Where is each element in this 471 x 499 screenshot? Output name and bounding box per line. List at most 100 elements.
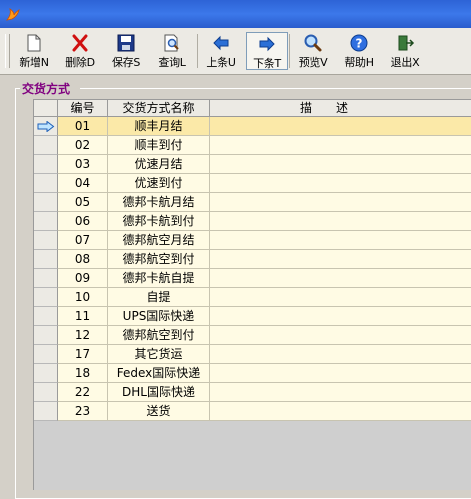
row-indicator[interactable] bbox=[34, 231, 58, 250]
cell-description[interactable] bbox=[210, 326, 471, 345]
table-row[interactable]: 02 顺丰到付 bbox=[34, 136, 471, 155]
cell-description[interactable] bbox=[210, 307, 471, 326]
cell-description[interactable] bbox=[210, 383, 471, 402]
cell-code[interactable]: 12 bbox=[58, 326, 108, 345]
cell-description[interactable] bbox=[210, 288, 471, 307]
cell-code[interactable]: 06 bbox=[58, 212, 108, 231]
cell-name[interactable]: DHL国际快递 bbox=[108, 383, 210, 402]
cell-code[interactable]: 22 bbox=[58, 383, 108, 402]
table-row[interactable]: 07 德邦航空月结 bbox=[34, 231, 471, 250]
row-indicator[interactable] bbox=[34, 307, 58, 326]
delivery-methods-grid[interactable]: 编号 交货方式名称 描 述 01 顺丰月结 02 顺丰到付 03 优速月结 04 优速到付 05… bbox=[33, 99, 471, 490]
table-row[interactable]: 08 德邦航空到付 bbox=[34, 250, 471, 269]
cell-code[interactable]: 07 bbox=[58, 231, 108, 250]
cell-code[interactable]: 02 bbox=[58, 136, 108, 155]
cell-description[interactable] bbox=[210, 155, 471, 174]
row-indicator[interactable] bbox=[34, 174, 58, 193]
cell-code[interactable]: 08 bbox=[58, 250, 108, 269]
table-row[interactable]: 22 DHL国际快递 bbox=[34, 383, 471, 402]
cell-description[interactable] bbox=[210, 250, 471, 269]
cell-name[interactable]: 德邦航空到付 bbox=[108, 326, 210, 345]
next-button[interactable]: 下条T bbox=[246, 32, 288, 70]
row-indicator[interactable] bbox=[34, 193, 58, 212]
table-row[interactable]: 09 德邦卡航自提 bbox=[34, 269, 471, 288]
delete-button-label: 删除D bbox=[65, 56, 95, 69]
preview-button-label: 预览V bbox=[298, 56, 328, 69]
cell-name[interactable]: 德邦航空到付 bbox=[108, 250, 210, 269]
row-indicator[interactable] bbox=[34, 155, 58, 174]
cell-name[interactable]: 德邦卡航月结 bbox=[108, 193, 210, 212]
cell-description[interactable] bbox=[210, 117, 471, 136]
cell-code[interactable]: 17 bbox=[58, 345, 108, 364]
query-button-label: 查询L bbox=[158, 56, 186, 69]
query-button[interactable]: 查询L bbox=[151, 32, 193, 70]
cell-description[interactable] bbox=[210, 136, 471, 155]
cell-name[interactable]: 其它货运 bbox=[108, 345, 210, 364]
table-row[interactable]: 17 其它货运 bbox=[34, 345, 471, 364]
cell-name[interactable]: UPS国际快递 bbox=[108, 307, 210, 326]
cell-name[interactable]: 德邦卡航到付 bbox=[108, 212, 210, 231]
table-row[interactable]: 12 德邦航空到付 bbox=[34, 326, 471, 345]
cell-code[interactable]: 23 bbox=[58, 402, 108, 421]
cell-description[interactable] bbox=[210, 269, 471, 288]
column-header-name[interactable]: 交货方式名称 bbox=[108, 100, 210, 117]
cell-code[interactable]: 04 bbox=[58, 174, 108, 193]
cell-name[interactable]: Fedex国际快递 bbox=[108, 364, 210, 383]
table-row[interactable]: 04 优速到付 bbox=[34, 174, 471, 193]
row-indicator[interactable] bbox=[34, 117, 58, 136]
row-indicator[interactable] bbox=[34, 212, 58, 231]
cell-code[interactable]: 03 bbox=[58, 155, 108, 174]
cell-description[interactable] bbox=[210, 212, 471, 231]
cell-description[interactable] bbox=[210, 345, 471, 364]
table-row[interactable]: 11 UPS国际快递 bbox=[34, 307, 471, 326]
cell-name[interactable]: 顺丰到付 bbox=[108, 136, 210, 155]
cell-name[interactable]: 德邦航空月结 bbox=[108, 231, 210, 250]
cell-description[interactable] bbox=[210, 364, 471, 383]
toolbar-separator bbox=[289, 34, 290, 68]
help-button[interactable]: ? 帮助H bbox=[338, 32, 380, 70]
exit-button[interactable]: 退出X bbox=[384, 32, 426, 70]
row-indicator[interactable] bbox=[34, 136, 58, 155]
column-header-code[interactable]: 编号 bbox=[58, 100, 108, 117]
row-indicator[interactable] bbox=[34, 326, 58, 345]
table-row[interactable]: 03 优速月结 bbox=[34, 155, 471, 174]
cell-description[interactable] bbox=[210, 193, 471, 212]
row-indicator[interactable] bbox=[34, 364, 58, 383]
cell-name[interactable]: 顺丰月结 bbox=[108, 117, 210, 136]
row-indicator[interactable] bbox=[34, 345, 58, 364]
row-indicator[interactable] bbox=[34, 402, 58, 421]
delete-button[interactable]: 删除D bbox=[59, 32, 101, 70]
row-indicator[interactable] bbox=[34, 250, 58, 269]
table-row[interactable]: 18 Fedex国际快递 bbox=[34, 364, 471, 383]
cell-code[interactable]: 18 bbox=[58, 364, 108, 383]
table-row[interactable]: 01 顺丰月结 bbox=[34, 117, 471, 136]
cell-name[interactable]: 自提 bbox=[108, 288, 210, 307]
cell-code[interactable]: 01 bbox=[58, 117, 108, 136]
table-row[interactable]: 10 自提 bbox=[34, 288, 471, 307]
row-indicator[interactable] bbox=[34, 383, 58, 402]
table-row[interactable]: 05 德邦卡航月结 bbox=[34, 193, 471, 212]
cell-name[interactable]: 优速月结 bbox=[108, 155, 210, 174]
row-indicator[interactable] bbox=[34, 269, 58, 288]
column-header-description[interactable]: 描 述 bbox=[210, 100, 471, 117]
help-question-icon: ? bbox=[350, 34, 368, 52]
toolbar-grip[interactable] bbox=[5, 34, 10, 68]
cell-code[interactable]: 11 bbox=[58, 307, 108, 326]
cell-code[interactable]: 05 bbox=[58, 193, 108, 212]
row-indicator[interactable] bbox=[34, 288, 58, 307]
cell-code[interactable]: 10 bbox=[58, 288, 108, 307]
new-button[interactable]: 新增N bbox=[13, 32, 55, 70]
save-button[interactable]: 保存S bbox=[105, 32, 147, 70]
cell-name[interactable]: 优速到付 bbox=[108, 174, 210, 193]
cell-name[interactable]: 德邦卡航自提 bbox=[108, 269, 210, 288]
cell-name[interactable]: 送货 bbox=[108, 402, 210, 421]
cell-description[interactable] bbox=[210, 174, 471, 193]
cell-description[interactable] bbox=[210, 231, 471, 250]
cell-code[interactable]: 09 bbox=[58, 269, 108, 288]
table-row[interactable]: 23 送货 bbox=[34, 402, 471, 421]
preview-button[interactable]: 预览V bbox=[292, 32, 334, 70]
table-row[interactable]: 06 德邦卡航到付 bbox=[34, 212, 471, 231]
prev-button[interactable]: 上条U bbox=[200, 32, 242, 70]
toolbar: 新增N 删除D 保存S 查询L 上条U 下条T 预览V ? 帮助H 退出X bbox=[0, 28, 471, 75]
cell-description[interactable] bbox=[210, 402, 471, 421]
